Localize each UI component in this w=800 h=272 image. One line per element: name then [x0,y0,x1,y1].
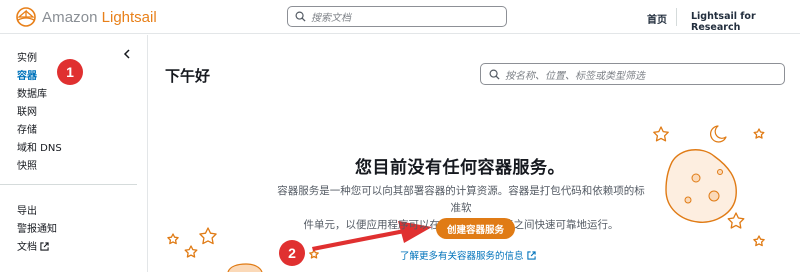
learn-more-link[interactable]: 了解更多有关容器服务的信息 [400,248,536,262]
sidebar-item-alarm-notifications[interactable]: 警报通知 [17,220,57,235]
resource-filter-input[interactable]: 按名称、位置、标签或类型筛选 [480,63,785,85]
docs-search-input[interactable]: 搜索文档 [287,6,507,27]
logo-product-text: Lightsail [101,8,157,26]
external-link-icon [526,251,536,260]
star-icon [167,233,179,245]
star-icon [753,128,765,139]
lightsail-logo[interactable]: Amazon Lightsail [15,6,157,28]
sidebar-item-storage[interactable]: 存储 [17,121,37,136]
sidebar-item-snapshots[interactable]: 快照 [17,157,37,172]
lightsail-logo-icon [16,7,36,27]
star-icon [184,245,198,258]
sidebar-divider [0,184,137,185]
sidebar-item-exports[interactable]: 导出 [17,202,37,217]
logo-amazon-text: Amazon [42,8,98,26]
annotation-badge-step-2: 2 [279,240,305,266]
search-icon [489,69,500,80]
empty-state-title: 您目前没有任何容器服务。 [355,158,565,178]
sidebar-item-networking[interactable]: 联网 [17,103,37,118]
sidebar-item-documentation-label: 文档 [17,242,37,253]
docs-search-placeholder: 搜索文档 [311,13,351,24]
sidebar-item-databases[interactable]: 数据库 [17,85,47,100]
star-icon [199,227,217,245]
create-container-service-button[interactable]: 创建容器服务 [436,218,515,239]
sidebar-item-containers[interactable]: 容器 [17,67,37,82]
nav-divider [676,8,677,26]
annotation-badge-step-1: 1 [57,59,83,85]
sidebar-item-documentation[interactable]: 文档 [17,238,49,253]
planet-icon [665,149,737,223]
home-link[interactable]: 首页 [647,11,667,26]
star-icon [309,249,319,259]
star-icon [727,212,745,229]
search-icon [295,11,306,22]
sidebar-item-domains-dns[interactable]: 域和 DNS [17,139,62,154]
account-menu[interactable]: Lightsail for Research [691,11,800,33]
star-icon [653,126,669,142]
sidebar-item-instances[interactable]: 实例 [17,49,37,64]
learn-more-link-label: 了解更多有关容器服务的信息 [400,251,524,262]
moon-icon [710,125,727,143]
empty-state-description-line: 容器服务是一种您可以向其部署容器的计算资源。容器是打包代码和依赖项的标准软 [277,185,645,214]
top-bar: Amazon Lightsail 搜索文档 首页 Lightsail for R… [0,0,800,34]
resource-filter-placeholder: 按名称、位置、标签或类型筛选 [505,70,645,82]
star-icon [753,235,765,247]
collapse-sidebar-icon[interactable] [121,48,133,60]
planet-icon [227,263,263,272]
page-title: 下午好 [165,67,211,85]
external-link-icon [40,242,49,251]
